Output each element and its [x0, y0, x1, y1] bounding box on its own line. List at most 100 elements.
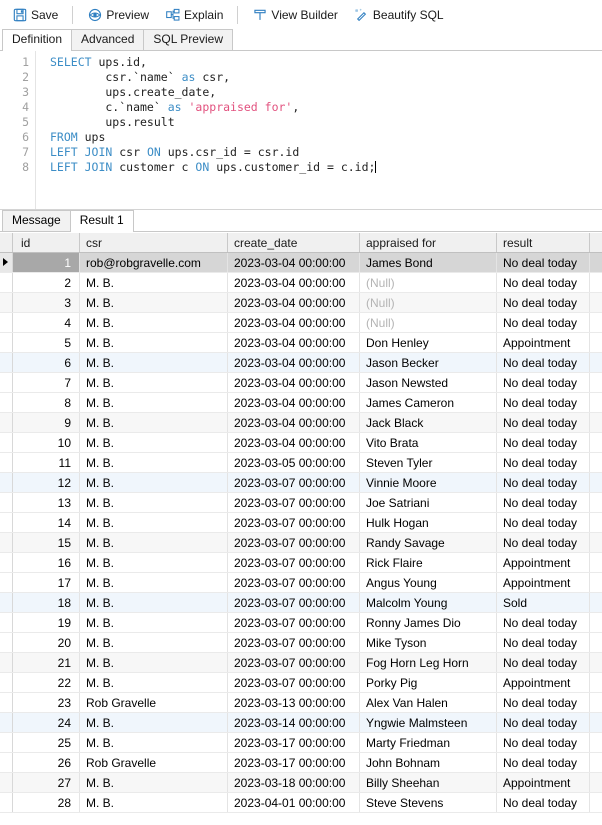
- cell-appraised-for[interactable]: Joe Satriani: [360, 493, 497, 512]
- cell-create-date[interactable]: 2023-03-07 00:00:00: [228, 633, 360, 652]
- cell-csr[interactable]: M. B.: [80, 733, 228, 752]
- cell-create-date[interactable]: 2023-03-04 00:00:00: [228, 293, 360, 312]
- cell-id[interactable]: 17: [13, 573, 80, 592]
- row-marker[interactable]: [0, 593, 13, 612]
- cell-result[interactable]: No deal today: [497, 393, 590, 412]
- grid-header-id[interactable]: id: [13, 233, 80, 252]
- cell-appraised-for[interactable]: Fog Horn Leg Horn: [360, 653, 497, 672]
- cell-result[interactable]: No deal today: [497, 793, 590, 812]
- grid-body[interactable]: 1 rob@robgravelle.com 2023-03-04 00:00:00 J…: [0, 253, 602, 813]
- cell-id[interactable]: 18: [13, 593, 80, 612]
- table-row[interactable]: 21 M. B. 2023-03-07 00:00:00 Fog Horn Leg H…: [0, 653, 602, 673]
- cell-id[interactable]: 6: [13, 353, 80, 372]
- cell-create-date[interactable]: 2023-03-04 00:00:00: [228, 353, 360, 372]
- cell-create-date[interactable]: 2023-03-17 00:00:00: [228, 733, 360, 752]
- cell-csr[interactable]: M. B.: [80, 293, 228, 312]
- preview-button[interactable]: Preview: [79, 3, 157, 26]
- table-row[interactable]: 3 M. B. 2023-03-04 00:00:00 (Null) No deal t…: [0, 293, 602, 313]
- cell-appraised-for[interactable]: Malcolm Young: [360, 593, 497, 612]
- result-grid[interactable]: id csr create_date appraised for result …: [0, 232, 602, 813]
- cell-create-date[interactable]: 2023-03-07 00:00:00: [228, 613, 360, 632]
- table-row[interactable]: 19 M. B. 2023-03-07 00:00:00 Ronny James Di…: [0, 613, 602, 633]
- cell-create-date[interactable]: 2023-03-07 00:00:00: [228, 553, 360, 572]
- table-row[interactable]: 22 M. B. 2023-03-07 00:00:00 Porky Pig Appoi…: [0, 673, 602, 693]
- row-marker[interactable]: [0, 693, 13, 712]
- row-marker[interactable]: [0, 493, 13, 512]
- grid-header-appraised-for[interactable]: appraised for: [360, 233, 497, 252]
- cell-appraised-for[interactable]: Randy Savage: [360, 533, 497, 552]
- save-button[interactable]: Save: [4, 3, 66, 26]
- cell-csr[interactable]: M. B.: [80, 613, 228, 632]
- row-marker[interactable]: [0, 453, 13, 472]
- cell-csr[interactable]: M. B.: [80, 313, 228, 332]
- cell-id[interactable]: 5: [13, 333, 80, 352]
- cell-result[interactable]: No deal today: [497, 733, 590, 752]
- cell-create-date[interactable]: 2023-03-07 00:00:00: [228, 573, 360, 592]
- cell-csr[interactable]: M. B.: [80, 373, 228, 392]
- table-row[interactable]: 15 M. B. 2023-03-07 00:00:00 Randy Savage No…: [0, 533, 602, 553]
- cell-appraised-for[interactable]: Yngwie Malmsteen: [360, 713, 497, 732]
- row-marker[interactable]: [0, 613, 13, 632]
- cell-result[interactable]: No deal today: [497, 653, 590, 672]
- cell-result[interactable]: No deal today: [497, 693, 590, 712]
- grid-header-csr[interactable]: csr: [80, 233, 228, 252]
- cell-appraised-for[interactable]: John Bohnam: [360, 753, 497, 772]
- cell-appraised-for[interactable]: Vito Brata: [360, 433, 497, 452]
- cell-csr[interactable]: M. B.: [80, 673, 228, 692]
- table-row[interactable]: 5 M. B. 2023-03-04 00:00:00 Don Henley Appoi…: [0, 333, 602, 353]
- cell-id[interactable]: 14: [13, 513, 80, 532]
- row-marker[interactable]: [0, 793, 13, 812]
- cell-create-date[interactable]: 2023-03-07 00:00:00: [228, 513, 360, 532]
- cell-appraised-for[interactable]: Jack Black: [360, 413, 497, 432]
- tab-sql-preview[interactable]: SQL Preview: [143, 29, 233, 50]
- cell-result[interactable]: Appointment: [497, 333, 590, 352]
- cell-csr[interactable]: M. B.: [80, 573, 228, 592]
- cell-id[interactable]: 27: [13, 773, 80, 792]
- cell-create-date[interactable]: 2023-03-18 00:00:00: [228, 773, 360, 792]
- cell-id[interactable]: 22: [13, 673, 80, 692]
- row-marker[interactable]: [0, 433, 13, 452]
- cell-create-date[interactable]: 2023-03-17 00:00:00: [228, 753, 360, 772]
- row-marker[interactable]: [0, 653, 13, 672]
- table-row[interactable]: 2 M. B. 2023-03-04 00:00:00 (Null) No deal t…: [0, 273, 602, 293]
- cell-appraised-for[interactable]: Ronny James Dio: [360, 613, 497, 632]
- cell-create-date[interactable]: 2023-03-04 00:00:00: [228, 433, 360, 452]
- cell-create-date[interactable]: 2023-03-07 00:00:00: [228, 593, 360, 612]
- cell-appraised-for[interactable]: Billy Sheehan: [360, 773, 497, 792]
- cell-id[interactable]: 10: [13, 433, 80, 452]
- cell-create-date[interactable]: 2023-03-04 00:00:00: [228, 273, 360, 292]
- sql-editor[interactable]: 12345678 SELECT ups.id, csr.`name` as cs…: [0, 51, 602, 210]
- table-row[interactable]: 23 Rob Gravelle 2023-03-13 00:00:00 Alex Va…: [0, 693, 602, 713]
- cell-appraised-for[interactable]: Vinnie Moore: [360, 473, 497, 492]
- cell-csr[interactable]: M. B.: [80, 333, 228, 352]
- cell-appraised-for[interactable]: Angus Young: [360, 573, 497, 592]
- cell-appraised-for[interactable]: Porky Pig: [360, 673, 497, 692]
- cell-create-date[interactable]: 2023-03-05 00:00:00: [228, 453, 360, 472]
- row-marker[interactable]: [0, 513, 13, 532]
- row-marker[interactable]: [0, 753, 13, 772]
- row-marker[interactable]: [0, 273, 13, 292]
- cell-result[interactable]: No deal today: [497, 313, 590, 332]
- row-marker[interactable]: [0, 393, 13, 412]
- cell-create-date[interactable]: 2023-03-04 00:00:00: [228, 413, 360, 432]
- cell-id[interactable]: 1: [13, 253, 80, 272]
- cell-result[interactable]: No deal today: [497, 713, 590, 732]
- beautify-sql-button[interactable]: Beautify SQL: [346, 3, 452, 26]
- cell-id[interactable]: 7: [13, 373, 80, 392]
- cell-appraised-for[interactable]: Jason Becker: [360, 353, 497, 372]
- row-marker[interactable]: [0, 293, 13, 312]
- cell-result[interactable]: Appointment: [497, 673, 590, 692]
- cell-create-date[interactable]: 2023-03-04 00:00:00: [228, 393, 360, 412]
- cell-result[interactable]: Appointment: [497, 573, 590, 592]
- row-marker[interactable]: [0, 373, 13, 392]
- table-row[interactable]: 24 M. B. 2023-03-14 00:00:00 Yngwie Malmste…: [0, 713, 602, 733]
- cell-result[interactable]: No deal today: [497, 533, 590, 552]
- cell-result[interactable]: No deal today: [497, 453, 590, 472]
- cell-create-date[interactable]: 2023-03-07 00:00:00: [228, 673, 360, 692]
- cell-appraised-for[interactable]: James Cameron: [360, 393, 497, 412]
- table-row[interactable]: 17 M. B. 2023-03-07 00:00:00 Angus Young App…: [0, 573, 602, 593]
- cell-create-date[interactable]: 2023-03-07 00:00:00: [228, 473, 360, 492]
- cell-csr[interactable]: rob@robgravelle.com: [80, 253, 228, 272]
- cell-create-date[interactable]: 2023-03-04 00:00:00: [228, 333, 360, 352]
- cell-create-date[interactable]: 2023-03-04 00:00:00: [228, 313, 360, 332]
